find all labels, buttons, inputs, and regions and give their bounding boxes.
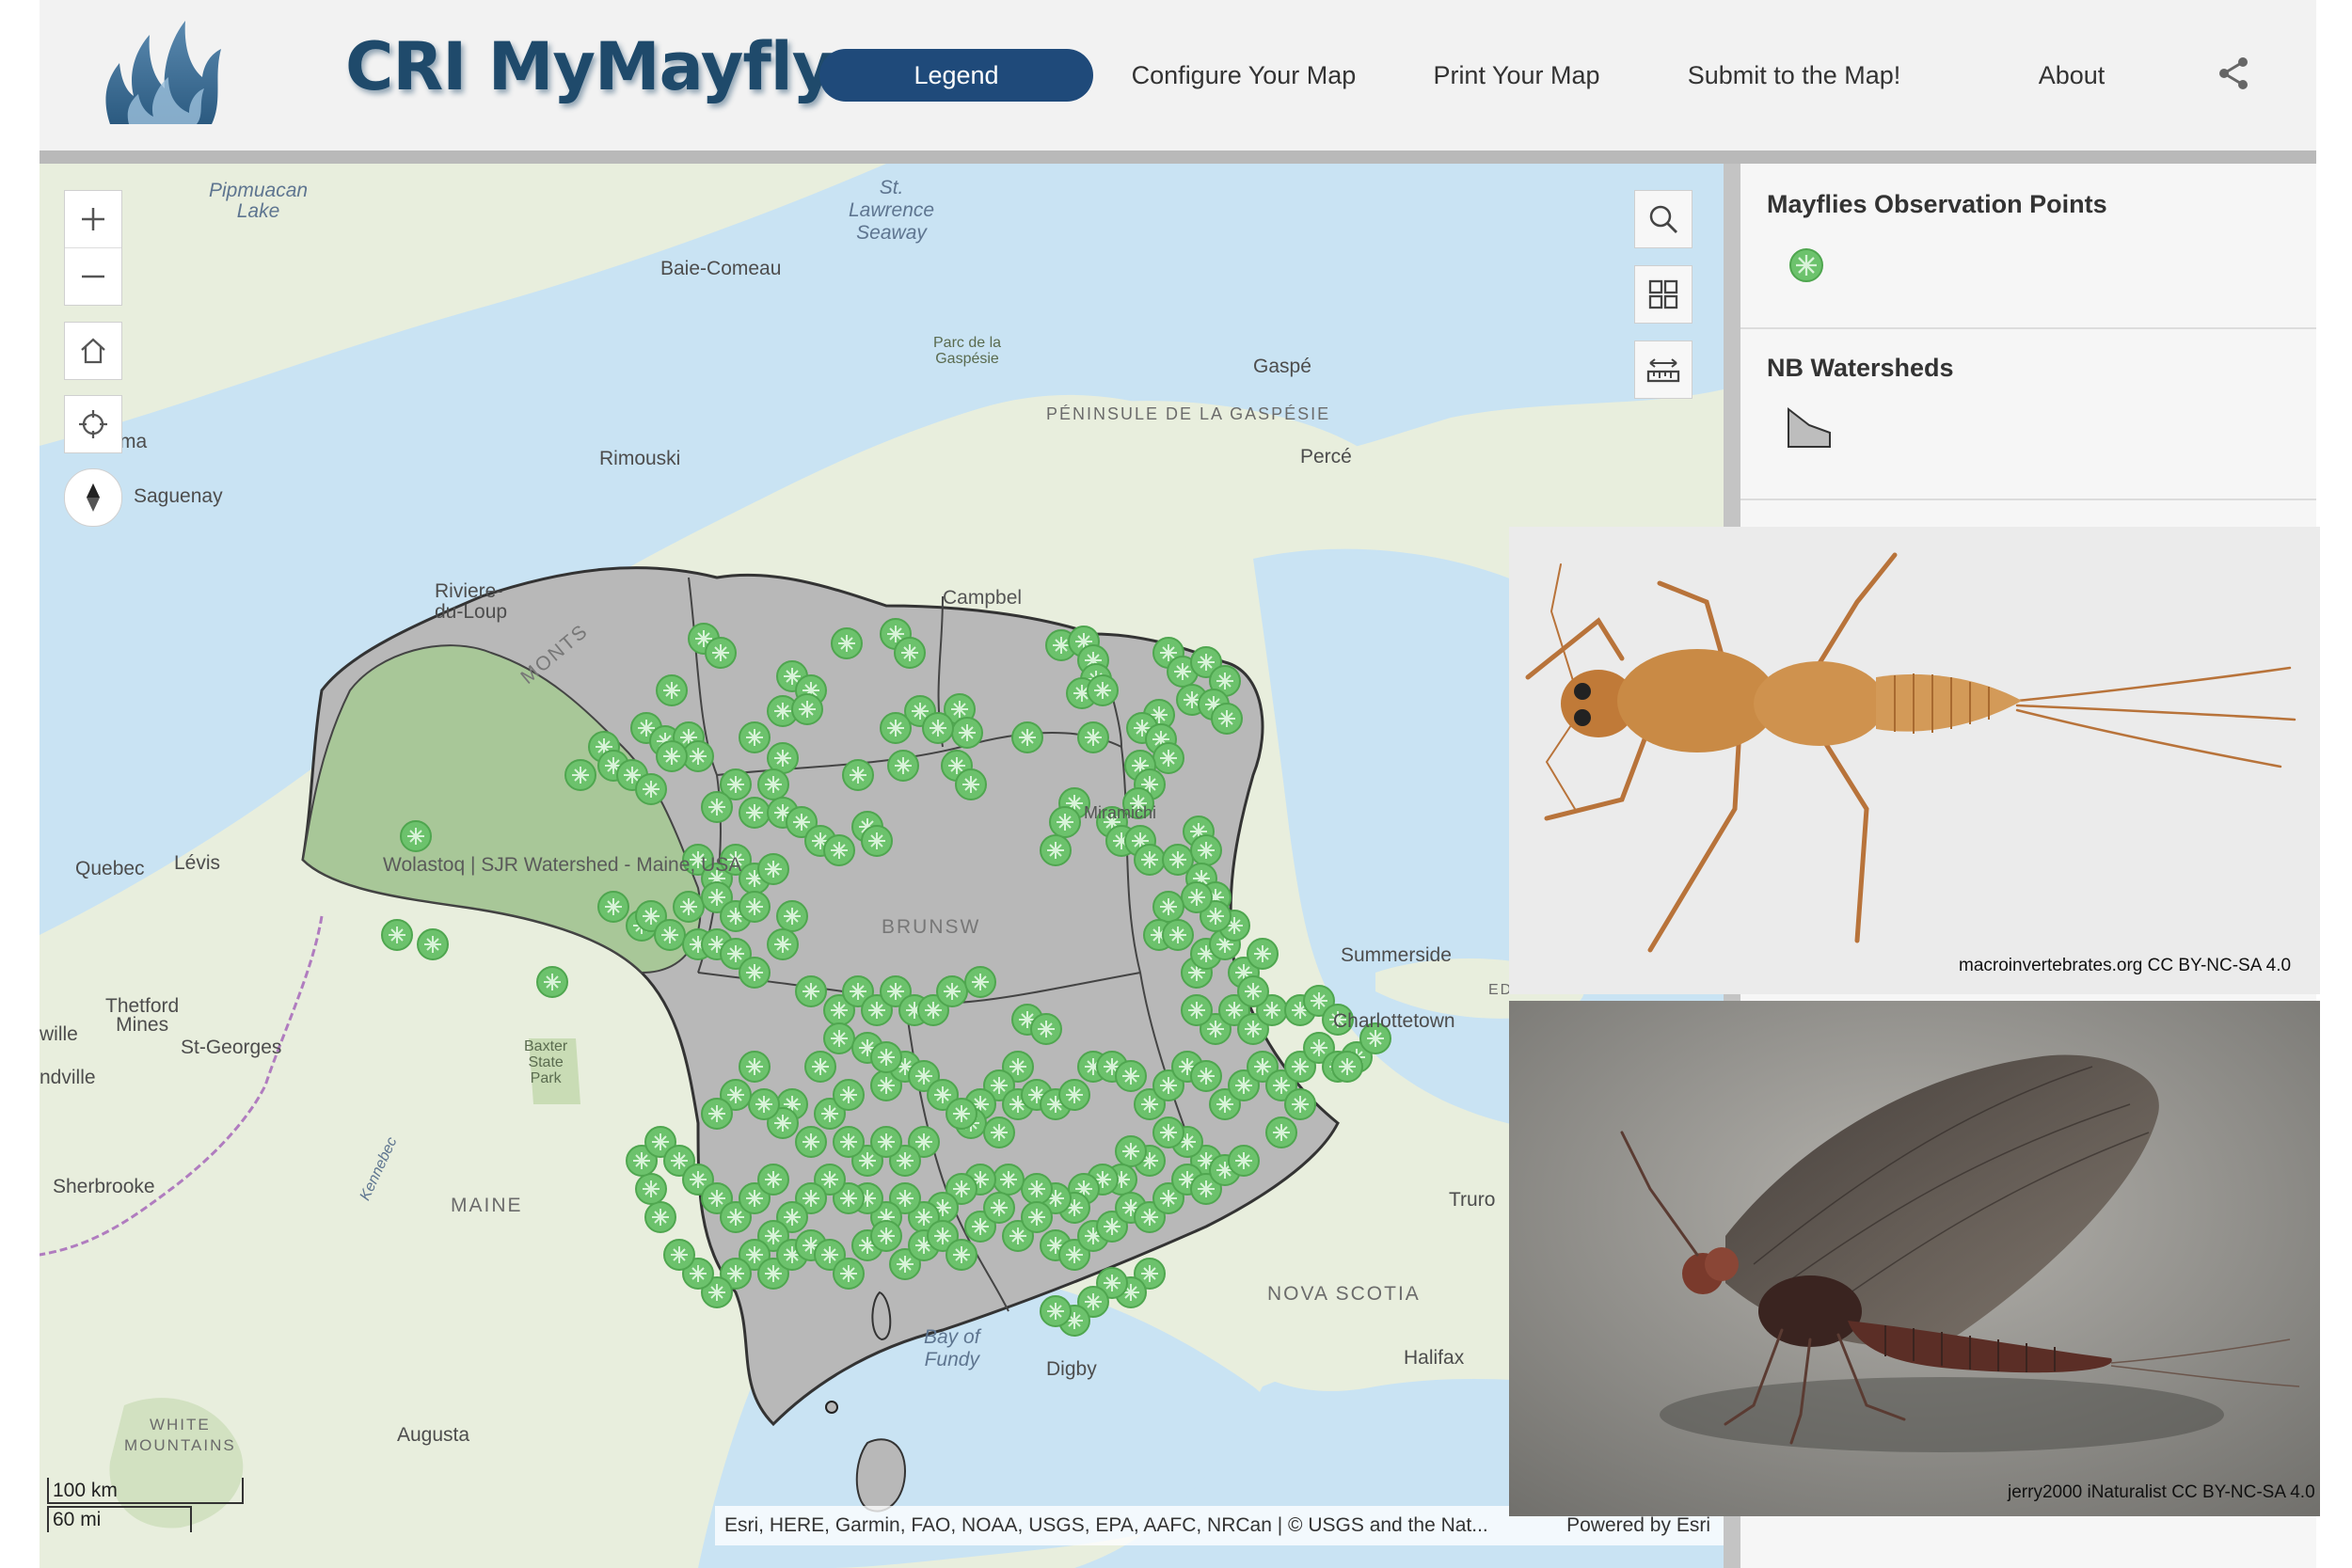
tab-about[interactable]: About [2015,49,2128,102]
mayfly-nymph-photo: macroinvertebrates.org CC BY-NC-SA 4.0 [1509,527,2320,994]
label-digby: Digby [1046,1358,1097,1380]
label-perce: Percé [1300,446,1352,467]
basemap [40,164,1724,1568]
label-augusta: Augusta [397,1424,470,1446]
locate-button[interactable] [65,396,121,452]
label-ma: ma [119,431,148,452]
scale-km: 100 km [53,1480,118,1501]
label-peninsule: PÉNINSULE DE LA GASPÉSIE [1046,404,1331,423]
plus-icon [82,208,104,230]
home-icon [81,338,105,364]
observation-point-symbol-icon [1789,248,1823,282]
label-baxter: Baxter State Park [524,1038,568,1086]
label-thetford: Thetford Mines [105,995,180,1036]
attribution-text: Esri, HERE, Garmin, FAO, NOAA, USGS, EPA… [724,1514,1488,1536]
tab-legend[interactable]: Legend [819,49,1093,102]
compass-icon [87,483,100,512]
share-icon[interactable] [2215,55,2252,92]
grid-icon [1648,279,1678,309]
label-charlottetown: Charlottetown [1333,1010,1455,1032]
label-ndville: ndville [40,1067,96,1088]
map-view[interactable]: Pipmuacan Lake St. Lawrence Seaway Baie-… [40,164,1724,1568]
basemap-gallery-button[interactable] [1634,265,1692,324]
compass-control [64,468,122,527]
app: CRI MyMayfly Legend Configure Your Map P… [40,0,2320,1568]
zoom-in-button[interactable] [65,191,121,247]
compass-button[interactable] [65,469,121,526]
scale-bar: 100 km 60 mi [47,1478,254,1536]
label-halifax: Halifax [1404,1347,1465,1369]
label-parc-gaspesie: Parc de la Gaspésie [933,335,1002,367]
label-nova-scotia: NOVA SCOTIA [1267,1283,1421,1305]
watershed-polygon-symbol-icon [1788,406,1831,448]
label-saguenay: Saguenay [134,485,223,507]
label-campbellton: Campbel [943,587,1023,609]
nymph-photo-credit: macroinvertebrates.org CC BY-NC-SA 4.0 [1959,956,2292,975]
mayfly-adult-photo: jerry2000 iNaturalist CC BY-NC-SA 4.0 [1509,1001,2320,1516]
label-bay-of-fundy: Bay of Fundy [924,1326,980,1370]
label-miramichi: Miramichi [1084,803,1157,822]
zoom-out-button[interactable] [65,247,121,305]
tab-print-map[interactable]: Print Your Map [1422,49,1611,102]
label-truro: Truro [1449,1189,1496,1211]
tab-configure-map[interactable]: Configure Your Map [1121,49,1366,102]
label-st-georges: St-Georges [181,1037,282,1058]
zoom-controls [64,190,122,306]
label-pipmuacan: Pipmuacan Lake [209,180,309,222]
crosshair-icon [79,410,107,438]
label-wolastoq-watershed: Wolastoq | SJR Watershed - Maine, USA [383,854,742,876]
label-ville: wille [40,1023,78,1045]
ruler-icon [1646,358,1680,383]
locate-control [64,395,122,453]
label-gaspe: Gaspé [1253,356,1311,377]
mayfly-adult-illustration [1509,1001,2320,1516]
adult-photo-credit: jerry2000 iNaturalist CC BY-NC-SA 4.0 [2008,1482,2315,1502]
label-st-lawrence: St. Lawrence Seaway [849,177,935,244]
legend-watersheds-title: NB Watersheds [1767,354,1954,382]
label-quebec: Quebec [75,858,145,879]
home-button[interactable] [65,323,121,379]
label-sherbrooke: Sherbrooke [53,1176,155,1197]
legend-observation-title: Mayflies Observation Points [1767,190,2107,218]
search-button[interactable] [1634,190,1692,248]
home-control [64,322,122,380]
logo-icon [105,21,221,124]
minus-icon [82,275,104,278]
label-white-mountains: WHITE MOUNTAINS [124,1416,236,1454]
label-brunswick: BRUNSW [882,916,981,938]
tab-submit-map[interactable]: Submit to the Map! [1672,49,1916,102]
mayfly-nymph-illustration [1525,552,2296,953]
label-maine: MAINE [451,1195,523,1216]
header-divider [40,150,2316,164]
search-icon [1649,205,1677,233]
label-summerside: Summerside [1341,944,1452,966]
label-baie-comeau: Baie-Comeau [660,258,782,279]
app-title: CRI MyMayfly [345,28,834,105]
label-rimouski: Rimouski [599,448,681,469]
label-riviere-du-loup: Riviere- du-Loup [435,580,508,623]
scale-mi: 60 mi [53,1509,102,1530]
label-levis: Lévis [174,852,221,874]
app-header: CRI MyMayfly Legend Configure Your Map P… [40,0,2316,150]
measure-button[interactable] [1634,341,1692,399]
